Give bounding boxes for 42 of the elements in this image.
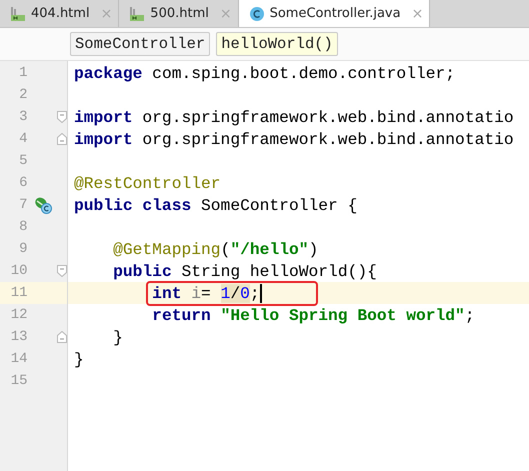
line-number: 12 <box>10 307 28 323</box>
fold-icon[interactable] <box>57 265 67 277</box>
code-line: package com.sping.boot.demo.controller; <box>74 64 456 82</box>
tab-label: 404.html <box>31 6 90 21</box>
editor-tab[interactable]: SomeController.java × <box>238 0 430 27</box>
code-line: int i= 1/0; <box>148 282 316 304</box>
code-line: import org.springframework.web.bind.annotatio <box>74 130 514 148</box>
line-number: 13 <box>10 329 28 345</box>
code-line: } <box>113 328 123 346</box>
code-line: public String helloWorld(){ <box>113 262 377 280</box>
code-line: @RestController <box>74 174 221 192</box>
fold-icon[interactable] <box>57 133 67 145</box>
fold-icon[interactable] <box>57 331 67 343</box>
code-line: } <box>74 350 84 368</box>
code-line: public class SomeController { <box>74 196 358 214</box>
fold-icon[interactable] <box>57 111 67 123</box>
html-file-icon <box>10 6 26 22</box>
line-number: 14 <box>10 351 28 367</box>
line-number: 8 <box>18 219 28 235</box>
code-line: @GetMapping("/hello") <box>113 240 318 258</box>
breadcrumb[interactable]: SomeController <box>70 32 210 56</box>
html-file-icon <box>129 6 146 22</box>
line-number: 7 <box>18 197 28 213</box>
line-number: 6 <box>18 175 28 191</box>
line-number: 15 <box>10 373 28 389</box>
line-number: 2 <box>18 87 28 103</box>
line-number: 1 <box>18 65 28 81</box>
line-number: 10 <box>10 263 28 279</box>
editor-tab[interactable]: 500.html × <box>119 0 239 27</box>
bean-class-icon[interactable] <box>34 196 52 214</box>
line-number: 9 <box>18 241 28 257</box>
line-number: 4 <box>18 131 28 147</box>
code-line: return "Hello Spring Boot world"; <box>152 306 475 324</box>
class-file-icon <box>248 6 265 22</box>
line-number: 3 <box>18 109 28 125</box>
tab-label: SomeController.java <box>270 6 401 21</box>
tab-label: 500.html <box>150 6 209 21</box>
line-number: 5 <box>18 153 28 169</box>
line-number: 11 <box>10 285 28 301</box>
breadcrumb[interactable]: helloWorld() <box>216 32 338 56</box>
editor-tab[interactable]: 404.html × <box>0 0 120 27</box>
code-line: import org.springframework.web.bind.annotatio <box>74 108 514 126</box>
